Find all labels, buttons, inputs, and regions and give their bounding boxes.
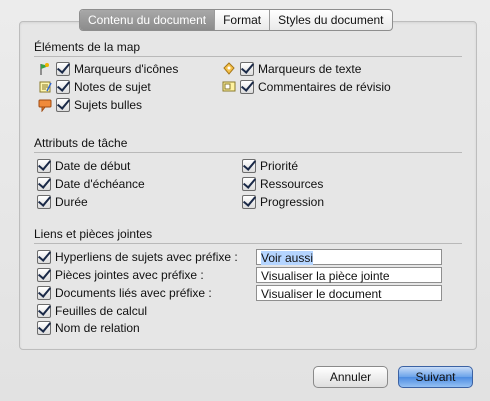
checkbox-duration[interactable] <box>37 195 51 209</box>
comment-icon <box>222 81 236 92</box>
option-label: Date de début <box>55 159 131 173</box>
option-duration[interactable]: Durée <box>37 194 88 210</box>
option-text-markers[interactable]: Marqueurs de texte <box>222 61 361 77</box>
option-label: Date d'échéance <box>55 177 145 191</box>
checkbox-due-date[interactable] <box>37 177 51 191</box>
option-label: Progression <box>260 195 325 209</box>
option-priority[interactable]: Priorité <box>242 158 298 174</box>
checkbox-relationship-name[interactable] <box>37 321 51 335</box>
field-value: Visualiser la pièce jointe <box>261 269 390 283</box>
section-title-map-elements: Éléments de la map <box>34 40 141 54</box>
option-progress[interactable]: Progression <box>242 194 324 210</box>
option-label: Sujets bulles <box>74 98 143 112</box>
option-topic-hyperlinks[interactable]: Hyperliens de sujets avec préfixe : <box>37 249 238 265</box>
checkbox-priority[interactable] <box>242 159 256 173</box>
section-divider <box>34 152 462 153</box>
option-attachments[interactable]: Pièces jointes avec préfixe : <box>37 267 204 283</box>
option-resources[interactable]: Ressources <box>242 176 323 192</box>
option-callout-topics[interactable]: Sujets bulles <box>38 97 142 113</box>
option-label: Hyperliens de sujets avec préfixe : <box>55 250 238 264</box>
tab-document-content[interactable]: Contenu du document <box>80 10 215 30</box>
checkbox-resources[interactable] <box>242 177 256 191</box>
checkbox-callout-topics[interactable] <box>56 98 70 112</box>
option-label: Commentaires de révisio <box>258 80 391 94</box>
checkbox-spreadsheets[interactable] <box>37 304 51 318</box>
checkbox-linked-documents[interactable] <box>37 286 51 300</box>
tab-document-styles[interactable]: Styles du document <box>269 10 391 30</box>
hyperlink-prefix-input[interactable]: Voir aussi <box>256 249 442 265</box>
option-linked-documents[interactable]: Documents liés avec préfixe : <box>37 285 212 301</box>
tab-format[interactable]: Format <box>214 10 269 30</box>
checkbox-topic-hyperlinks[interactable] <box>37 250 51 264</box>
option-start-date[interactable]: Date de début <box>37 158 130 174</box>
option-label: Feuilles de calcul <box>55 304 148 318</box>
option-label: Marqueurs de texte <box>258 62 362 76</box>
option-due-date[interactable]: Date d'échéance <box>37 176 145 192</box>
attachment-prefix-input[interactable]: Visualiser la pièce jointe <box>256 267 442 283</box>
checkbox-attachments[interactable] <box>37 268 51 282</box>
next-button[interactable]: Suivant <box>398 366 473 388</box>
section-divider <box>34 243 462 244</box>
section-title-links-attachments: Liens et pièces jointes <box>34 227 153 241</box>
option-label: Pièces jointes avec préfixe : <box>55 268 204 282</box>
option-label: Nom de relation <box>55 321 140 335</box>
option-label: Notes de sujet <box>74 80 151 94</box>
flag-marker-icon <box>40 63 49 75</box>
field-value: Voir aussi <box>261 251 314 265</box>
option-label: Documents liés avec préfixe : <box>55 286 212 300</box>
option-spreadsheets[interactable]: Feuilles de calcul <box>37 303 147 319</box>
checkbox-text-markers[interactable] <box>240 62 254 76</box>
callout-icon <box>38 99 52 112</box>
checkbox-review-comments[interactable] <box>240 80 254 94</box>
checkbox-icon-markers[interactable] <box>56 62 70 76</box>
cancel-button[interactable]: Annuler <box>313 366 388 388</box>
checkbox-topic-notes[interactable] <box>56 80 70 94</box>
section-title-task-attributes: Attributs de tâche <box>34 136 128 150</box>
section-divider <box>34 56 462 57</box>
option-icon-markers[interactable]: Marqueurs d'icônes <box>38 61 178 77</box>
option-label: Priorité <box>260 159 299 173</box>
option-relationship-name[interactable]: Nom de relation <box>37 320 140 336</box>
checkbox-progress[interactable] <box>242 195 256 209</box>
field-value: Visualiser le document <box>261 287 382 301</box>
option-review-comments[interactable]: Commentaires de révisio <box>222 79 391 95</box>
note-icon <box>39 81 52 93</box>
option-label: Durée <box>55 195 88 209</box>
text-marker-icon <box>223 62 235 75</box>
option-label: Marqueurs d'icônes <box>74 62 179 76</box>
tab-bar: Contenu du document Format Styles du doc… <box>79 9 393 31</box>
document-settings-sheet: Contenu du document Format Styles du doc… <box>0 0 490 401</box>
option-topic-notes[interactable]: Notes de sujet <box>38 79 151 95</box>
checkbox-start-date[interactable] <box>37 159 51 173</box>
option-label: Ressources <box>260 177 324 191</box>
document-prefix-input[interactable]: Visualiser le document <box>256 285 442 301</box>
